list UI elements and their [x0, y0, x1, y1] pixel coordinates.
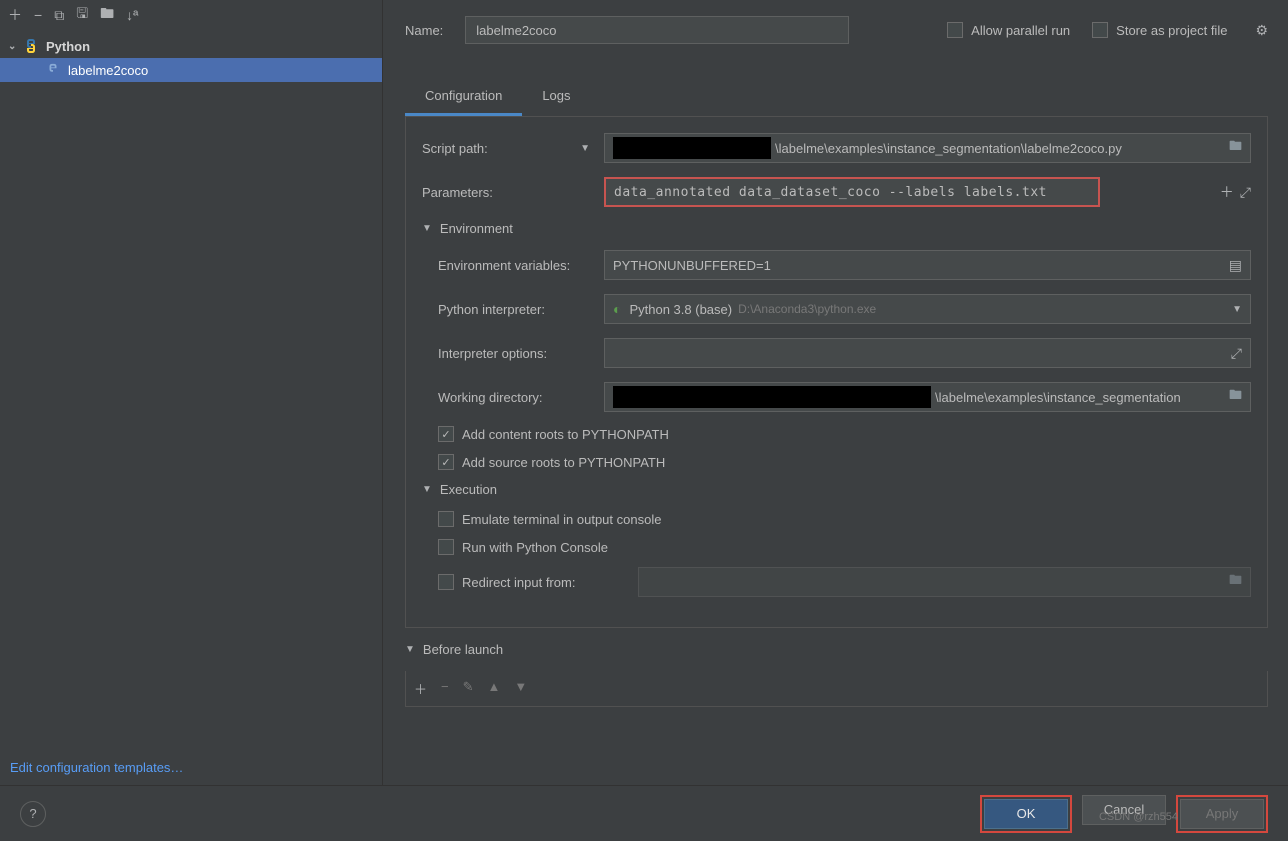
- checkbox-icon: [438, 574, 454, 590]
- expand-arrow-icon: ⌄: [8, 41, 22, 52]
- checkbox-checked-icon: ✓: [438, 426, 454, 442]
- browse-folder-icon: 🖿: [1229, 571, 1242, 593]
- python-icon: [44, 61, 62, 79]
- checkbox-icon: [438, 539, 454, 555]
- edit-icon: ✎: [463, 679, 474, 698]
- checkbox-icon: [1092, 22, 1108, 38]
- name-input[interactable]: [465, 16, 849, 44]
- collapse-arrow-icon: ▼: [405, 644, 415, 655]
- interpreter-dropdown[interactable]: ◐ Python 3.8 (base) D:\Anaconda3\python.…: [604, 294, 1251, 324]
- browse-folder-icon[interactable]: 🖿: [1229, 386, 1242, 408]
- collapse-arrow-icon: ▼: [422, 223, 432, 234]
- tree-group-python[interactable]: ⌄ Python: [0, 34, 382, 58]
- python-loading-icon: ◐: [613, 301, 621, 317]
- tab-logs[interactable]: Logs: [522, 78, 590, 116]
- name-label: Name:: [405, 23, 443, 38]
- environment-label: Environment: [440, 221, 513, 236]
- tab-configuration[interactable]: Configuration: [405, 78, 522, 116]
- help-button[interactable]: ?: [20, 801, 46, 827]
- ok-button[interactable]: OK: [984, 799, 1068, 829]
- gear-icon[interactable]: ⚙: [1255, 22, 1268, 39]
- expand-icon[interactable]: ⤢: [1231, 345, 1242, 362]
- remove-icon: −: [441, 679, 449, 698]
- interpreter-label: Python interpreter:: [438, 302, 604, 317]
- interpreter-opts-input[interactable]: ⤢: [604, 338, 1251, 368]
- execution-section[interactable]: ▼ Execution: [422, 482, 1251, 497]
- execution-label: Execution: [440, 482, 497, 497]
- redacted-block: [613, 386, 931, 408]
- interpreter-opts-label: Interpreter options:: [438, 346, 604, 361]
- tree-item-labelme2coco[interactable]: labelme2coco: [0, 58, 382, 82]
- add-source-roots-check[interactable]: ✓ Add source roots to PYTHONPATH: [438, 454, 1251, 470]
- script-path-field[interactable]: \labelme\examples\instance_segmentation\…: [604, 133, 1251, 163]
- emulate-terminal-check[interactable]: Emulate terminal in output console: [438, 511, 1251, 527]
- apply-button[interactable]: Apply: [1180, 799, 1264, 829]
- sort-icon[interactable]: ↓ª: [126, 7, 138, 23]
- parameters-input[interactable]: data_annotated data_dataset_coco --label…: [604, 177, 1100, 207]
- redirect-input-label: Redirect input from:: [462, 575, 575, 590]
- working-dir-value: \labelme\examples\instance_segmentation: [935, 390, 1181, 405]
- parameters-label: Parameters:: [422, 185, 604, 200]
- highlight-box: Apply: [1176, 795, 1268, 833]
- allow-parallel-label: Allow parallel run: [971, 23, 1070, 38]
- interpreter-path: D:\Anaconda3\python.exe: [738, 302, 876, 316]
- python-icon: [22, 37, 40, 55]
- tree-toolbar: ＋ − ⧉ 🖫 🖿 ↓ª: [0, 0, 382, 30]
- dialog-footer: ? OK Cancel Apply: [0, 785, 1288, 841]
- run-python-console-check[interactable]: Run with Python Console: [438, 539, 1251, 555]
- checkbox-icon: [438, 511, 454, 527]
- list-icon[interactable]: ▤: [1229, 257, 1242, 274]
- checkbox-icon: [947, 22, 963, 38]
- remove-icon[interactable]: −: [34, 7, 42, 23]
- interpreter-name: Python 3.8 (base): [629, 302, 732, 317]
- env-vars-input[interactable]: PYTHONUNBUFFERED=1 ▤: [604, 250, 1251, 280]
- allow-parallel-check[interactable]: Allow parallel run: [947, 22, 1070, 38]
- script-path-label: Script path:: [422, 141, 488, 156]
- checkbox-checked-icon: ✓: [438, 454, 454, 470]
- collapse-arrow-icon: ▼: [422, 484, 432, 495]
- working-dir-input[interactable]: \labelme\examples\instance_segmentation …: [604, 382, 1251, 412]
- store-project-check[interactable]: Store as project file: [1092, 22, 1227, 38]
- env-vars-label: Environment variables:: [438, 258, 604, 273]
- up-icon: ▲: [488, 679, 501, 698]
- tree-group-label: Python: [46, 39, 90, 54]
- dropdown-arrow-icon[interactable]: ▼: [580, 143, 590, 154]
- script-path-value: \labelme\examples\instance_segmentation\…: [775, 141, 1122, 156]
- config-form: Script path: ▼ \labelme\examples\instanc…: [405, 117, 1268, 628]
- dropdown-arrow-icon: ▼: [1232, 304, 1242, 315]
- add-content-roots-check[interactable]: ✓ Add content roots to PYTHONPATH: [438, 426, 1251, 442]
- add-source-roots-label: Add source roots to PYTHONPATH: [462, 455, 665, 470]
- browse-folder-icon[interactable]: 🖿: [1229, 137, 1242, 159]
- save-icon[interactable]: 🖫: [76, 3, 88, 27]
- tabs: Configuration Logs: [405, 78, 1268, 117]
- copy-icon[interactable]: ⧉: [54, 7, 64, 24]
- redacted-block: [613, 137, 771, 159]
- config-tree-sidebar: ＋ − ⧉ 🖫 🖿 ↓ª ⌄ Python: [0, 0, 383, 785]
- highlight-box: OK: [980, 795, 1072, 833]
- watermark: CSDN @rzh554: [1099, 811, 1178, 823]
- add-icon[interactable]: ＋: [414, 679, 427, 698]
- parameters-value: data_annotated data_dataset_coco --label…: [614, 185, 1047, 200]
- folder-icon[interactable]: 🖿: [100, 3, 114, 27]
- environment-section[interactable]: ▼ Environment: [422, 221, 1251, 236]
- before-launch-label: Before launch: [423, 642, 503, 657]
- run-python-console-label: Run with Python Console: [462, 540, 608, 555]
- redirect-input-field: 🖿: [638, 567, 1251, 597]
- add-icon[interactable]: ＋: [1220, 182, 1234, 202]
- main-panel: Name: Allow parallel run Store as projec…: [383, 0, 1288, 785]
- add-content-roots-label: Add content roots to PYTHONPATH: [462, 427, 669, 442]
- edit-templates-link[interactable]: Edit configuration templates…: [0, 750, 382, 785]
- tree-item-label: labelme2coco: [68, 63, 148, 78]
- before-launch-section[interactable]: ▼ Before launch: [405, 642, 1268, 657]
- emulate-terminal-label: Emulate terminal in output console: [462, 512, 661, 527]
- env-vars-value: PYTHONUNBUFFERED=1: [613, 258, 771, 273]
- before-launch-toolbar: ＋ − ✎ ▲ ▼: [405, 671, 1268, 707]
- down-icon: ▼: [514, 679, 527, 698]
- expand-icon[interactable]: ⤢: [1240, 184, 1251, 201]
- store-project-label: Store as project file: [1116, 23, 1227, 38]
- working-dir-label: Working directory:: [438, 390, 604, 405]
- add-icon[interactable]: ＋: [8, 5, 22, 25]
- config-tree: ⌄ Python labelme2coco: [0, 30, 382, 750]
- redirect-input-check[interactable]: Redirect input from:: [438, 574, 638, 590]
